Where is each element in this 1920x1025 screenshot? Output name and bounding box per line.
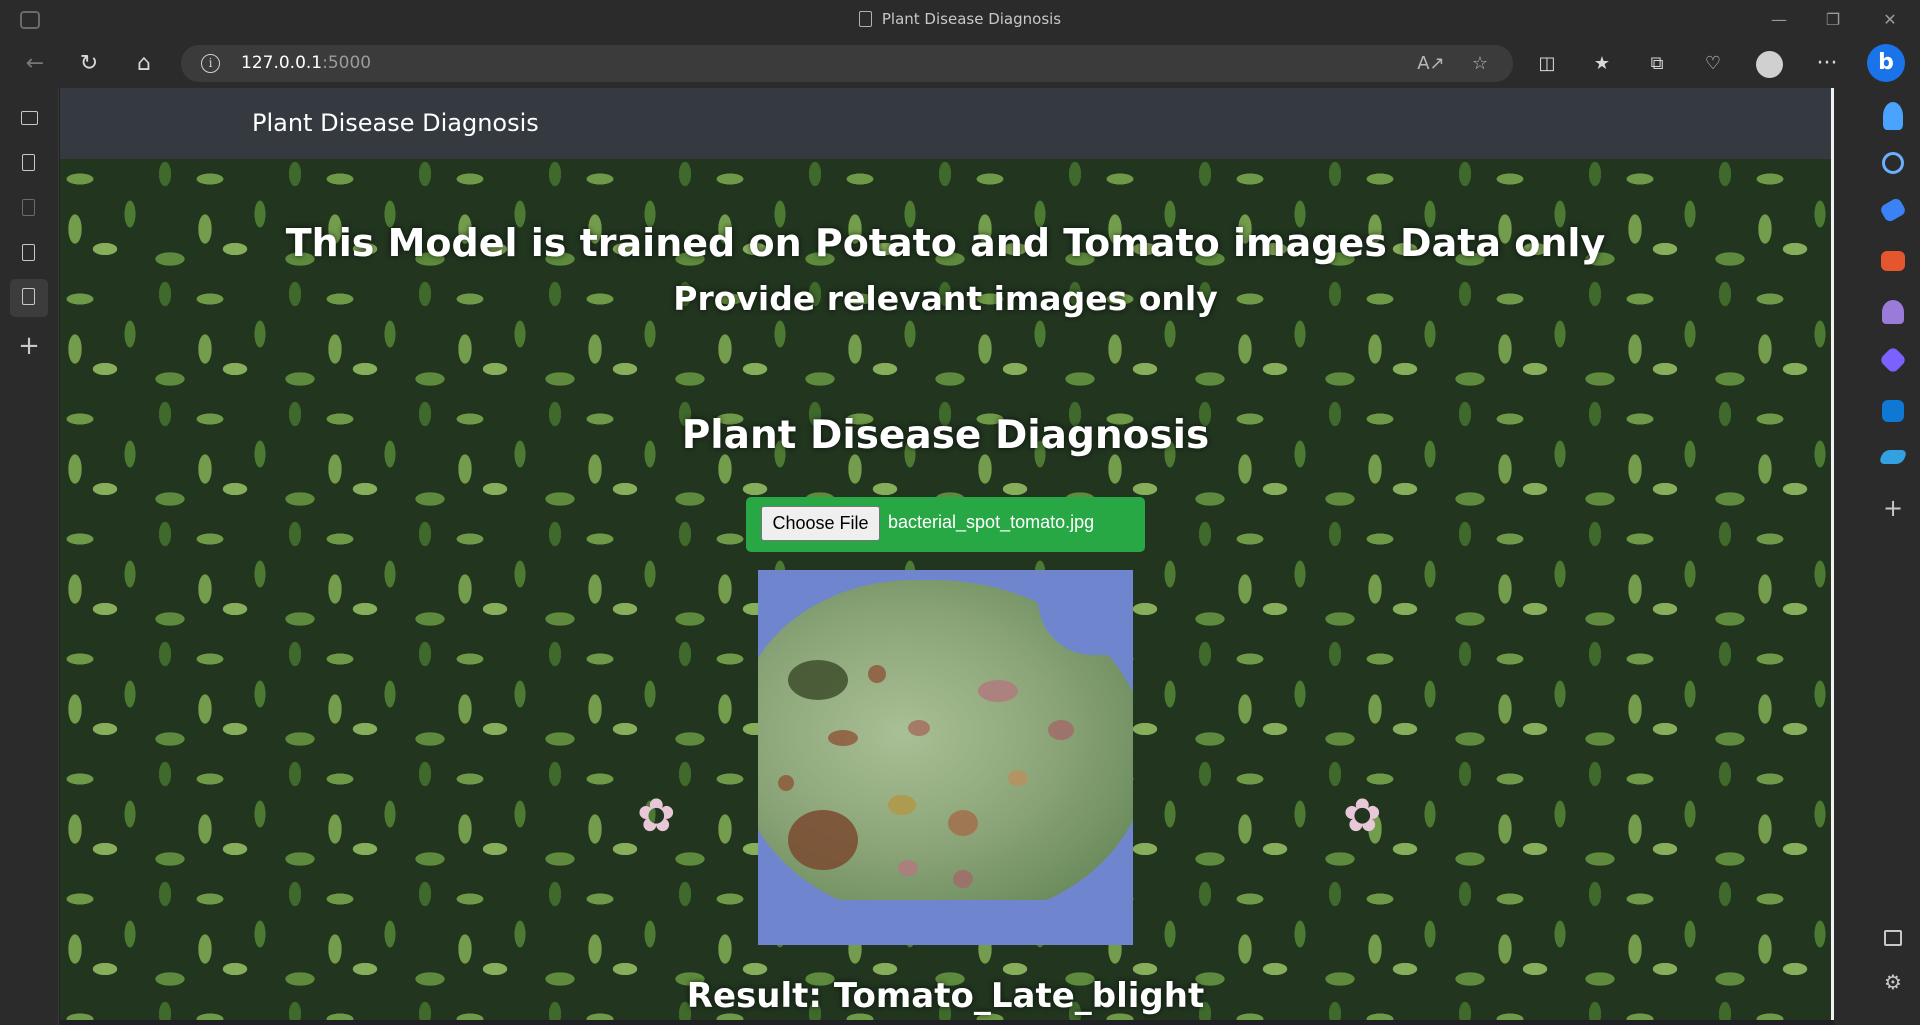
back-icon[interactable]: ← — [19, 48, 51, 80]
tab-page-2[interactable] — [10, 190, 48, 228]
search-icon[interactable] — [1882, 152, 1904, 174]
choose-file-button[interactable]: Choose File — [761, 506, 880, 541]
restore-icon[interactable]: ❐ — [1821, 8, 1845, 32]
home-icon[interactable]: ⌂ — [128, 48, 160, 80]
new-tab-icon[interactable]: + — [10, 327, 48, 365]
selected-file-name: bacterial_spot_tomato.jpg — [888, 512, 1095, 532]
site-navbar: Plant Disease Diagnosis — [60, 88, 1831, 159]
flower-decoration: ✿ — [1343, 788, 1382, 842]
favorite-star-icon[interactable]: ☆ — [1466, 50, 1494, 78]
model-notice-heading: This Model is trained on Potato and Toma… — [285, 221, 1606, 265]
favorites-icon[interactable]: ★ — [1586, 48, 1618, 80]
outlook-icon[interactable] — [1882, 400, 1904, 422]
flower-decoration: ✿ — [637, 788, 676, 842]
settings-icon[interactable]: ⚙ — [1879, 968, 1907, 996]
collections-icon[interactable]: ⧉ — [1641, 48, 1673, 80]
shopping-tag-icon[interactable] — [1878, 196, 1908, 224]
minimize-icon[interactable]: — — [1767, 8, 1791, 32]
diagnosis-result: Result: Tomato_Late_blight — [686, 976, 1205, 1016]
profile-icon[interactable] — [1753, 48, 1785, 80]
page-icon — [22, 154, 35, 171]
copilot-app-icon[interactable] — [1878, 345, 1908, 375]
drop-icon[interactable] — [1878, 450, 1908, 464]
more-icon[interactable]: ··· — [1811, 48, 1843, 80]
document-icon — [858, 11, 872, 27]
refresh-icon[interactable]: ↻ — [73, 48, 105, 80]
window-title: Plant Disease Diagnosis — [0, 10, 1920, 28]
tab-actions-icon[interactable] — [10, 100, 48, 138]
model-notice-subheading: Provide relevant images only — [673, 279, 1218, 318]
tab-page-1[interactable] — [10, 145, 48, 183]
copilot-icon[interactable]: b — [1867, 44, 1905, 82]
page-icon — [22, 288, 35, 305]
navbar-brand[interactable]: Plant Disease Diagnosis — [252, 109, 539, 137]
games-icon[interactable] — [1882, 300, 1904, 324]
sidebar-toggle-icon[interactable] — [1884, 930, 1902, 946]
bell-icon[interactable] — [1883, 102, 1903, 130]
edge-sidebar: + ⚙ — [1834, 88, 1920, 1025]
window-title-text: Plant Disease Diagnosis — [881, 10, 1062, 28]
tab-page-active[interactable] — [10, 279, 48, 317]
file-upload: Choose File bacterial_spot_tomato.jpg — [746, 497, 1145, 552]
add-icon[interactable]: + — [1879, 494, 1907, 522]
page-viewport: Plant Disease Diagnosis ✿ ✿ This Model i… — [60, 88, 1831, 1020]
split-screen-icon[interactable]: ◫ — [1531, 48, 1563, 80]
url-text[interactable]: 127.0.0.1:5000 — [241, 53, 371, 73]
site-info-icon[interactable]: i — [201, 54, 220, 73]
url-host: 127.0.0.1 — [241, 53, 323, 73]
browser-toolbar: ← ↻ ⌂ i 127.0.0.1:5000 A↗ ☆ ◫ ★ ⧉ ♡ ··· — [0, 40, 1920, 88]
close-icon[interactable]: ✕ — [1878, 8, 1902, 32]
page-icon — [22, 244, 35, 261]
toolbox-icon[interactable] — [1881, 251, 1905, 271]
tab-page-3[interactable] — [10, 235, 48, 273]
page-icon — [22, 199, 35, 216]
url-port: :5000 — [322, 53, 372, 73]
window-titlebar: Plant Disease Diagnosis — ❐ ✕ — [0, 0, 1920, 40]
read-aloud-icon[interactable]: A↗ — [1417, 50, 1445, 78]
vertical-tab-strip: + — [0, 88, 59, 1025]
performance-icon[interactable]: ♡ — [1697, 48, 1729, 80]
uploaded-leaf-image — [758, 570, 1133, 945]
section-title: Plant Disease Diagnosis — [681, 413, 1210, 458]
address-bar[interactable]: i 127.0.0.1:5000 A↗ ☆ — [181, 45, 1513, 82]
